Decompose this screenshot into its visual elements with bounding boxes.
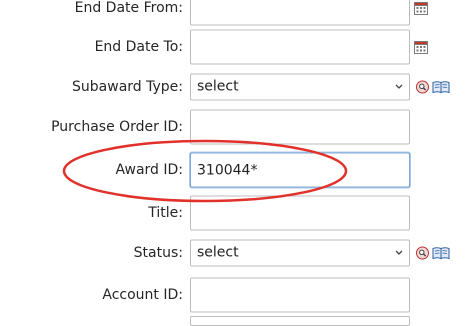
title-label: Title:: [148, 205, 183, 221]
row-end-date-to: End Date To:: [0, 27, 466, 67]
subaward-type-select[interactable]: select: [190, 73, 410, 101]
purchase-order-id-input[interactable]: [190, 109, 410, 145]
end-date-from-label: End Date From:: [74, 0, 183, 16]
account-id-input[interactable]: [190, 277, 410, 313]
award-id-input[interactable]: [190, 152, 410, 188]
row-subaward-type: Subaward Type: select: [0, 67, 466, 107]
magnifier-lookup-icon[interactable]: [416, 246, 429, 260]
status-label: Status:: [133, 245, 183, 261]
chevron-down-icon: [395, 84, 403, 89]
book-help-icon[interactable]: [432, 247, 450, 260]
row-status: Status: select: [0, 233, 466, 273]
row-end-date-from: End Date From:: [0, 0, 466, 28]
row-title: Title:: [0, 193, 466, 233]
subaward-type-label: Subaward Type:: [72, 79, 183, 95]
account-id-label: Account ID:: [102, 287, 183, 303]
row-account-id: Account ID:: [0, 275, 466, 315]
subaward-type-selected-value: select: [197, 78, 239, 95]
magnifier-lookup-icon[interactable]: [416, 80, 429, 94]
end-date-from-input[interactable]: [190, 0, 410, 26]
award-id-label: Award ID:: [115, 162, 183, 178]
book-help-icon[interactable]: [432, 81, 450, 94]
calendar-icon[interactable]: [414, 1, 428, 15]
next-field-edge: [190, 316, 410, 326]
status-select[interactable]: select: [190, 239, 410, 267]
end-date-to-label: End Date To:: [94, 39, 183, 55]
chevron-down-icon: [395, 250, 403, 255]
row-purchase-order-id: Purchase Order ID:: [0, 107, 466, 147]
status-selected-value: select: [197, 244, 239, 261]
end-date-to-input[interactable]: [190, 29, 410, 65]
row-award-id: Award ID:: [0, 150, 466, 190]
calendar-icon[interactable]: [414, 40, 428, 54]
title-input[interactable]: [190, 195, 410, 231]
purchase-order-id-label: Purchase Order ID:: [51, 119, 183, 135]
